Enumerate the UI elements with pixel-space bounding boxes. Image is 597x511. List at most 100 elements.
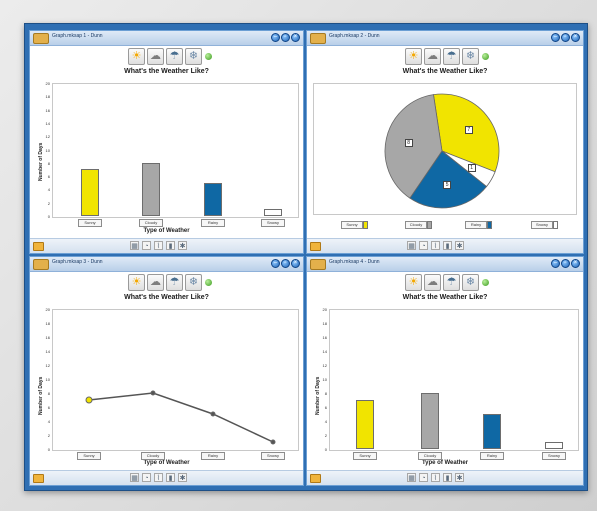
line-view-icon[interactable]: ⌇ (154, 241, 163, 250)
category-label-sunny: Sunny (78, 219, 102, 227)
settings-icon[interactable]: ✱ (455, 473, 464, 482)
y-tick-label: 8 (47, 160, 50, 166)
point-snowy (270, 439, 276, 445)
legend-swatch-snowy (553, 221, 558, 229)
desktop-screen: Graph.mksap 1 - Dunn – ▫ × ☀ ☁ ☂ ❄ What'… (24, 23, 588, 491)
close-button[interactable]: × (571, 259, 580, 268)
title-bar[interactable]: Graph.mksap 4 - Dunn – ▫ × (307, 257, 583, 272)
pie-value-label: 7 (464, 125, 473, 134)
y-tick-label: 16 (45, 107, 50, 113)
y-tick-label: 2 (47, 200, 50, 206)
minimize-button[interactable]: – (271, 33, 280, 42)
rain-icon[interactable]: ☂ (443, 274, 460, 291)
y-tick-label: 6 (324, 405, 327, 410)
chart-title: What's the Weather Like? (402, 294, 488, 301)
y-tick-label: 18 (45, 94, 50, 100)
y-tick-label: 20 (322, 307, 327, 312)
bar-rainy (204, 182, 222, 216)
x-axis-label: Type of Weather (143, 228, 190, 234)
go-icon[interactable] (482, 279, 489, 286)
snow-icon[interactable]: ❄ (462, 274, 479, 291)
bar-sunny (356, 400, 374, 449)
category-label-snowy: Snowy (542, 452, 566, 460)
category-label-rainy: Rainy (201, 219, 225, 227)
y-tick-label: 14 (45, 120, 50, 126)
bar-view-icon[interactable]: ▮ (443, 473, 452, 482)
settings-icon[interactable]: ✱ (178, 241, 187, 250)
y-tick-label: 8 (324, 391, 327, 396)
y-tick-label: 16 (322, 335, 327, 340)
maximize-button[interactable]: ▫ (281, 33, 290, 42)
category-label-cloudy: Cloudy (418, 452, 442, 460)
y-tick-label: 4 (324, 419, 327, 424)
legend-swatch-sunny (363, 221, 368, 229)
legend-item-cloudy[interactable]: Cloudy (405, 221, 427, 229)
folder-icon[interactable] (310, 474, 321, 483)
graph-window-1: Graph.mksap 1 - Dunn – ▫ × ☀ ☁ ☂ ❄ What'… (29, 30, 304, 254)
bar-cloudy (142, 162, 160, 216)
y-tick-label: 0 (47, 214, 50, 219)
snow-icon[interactable]: ❄ (185, 48, 202, 65)
bar-rainy (483, 414, 501, 449)
legend-item-snowy[interactable]: Snowy (531, 221, 553, 229)
graph-window-3: Graph.mksap 3 - Dunn – ▫ × ☀ ☁ ☂ ❄ What'… (29, 256, 304, 486)
category-label-cloudy: Cloudy (139, 219, 163, 227)
category-label-snowy: Snowy (261, 219, 285, 227)
pie-value-label: 5 (443, 180, 452, 189)
y-tick-label: 18 (322, 321, 327, 326)
cloud-icon[interactable]: ☁ (424, 274, 441, 291)
legend-swatch-rainy (487, 221, 492, 229)
pie-view-icon[interactable]: ◔ (142, 241, 151, 250)
table-view-icon[interactable]: ▦ (407, 473, 416, 482)
pie-view-icon[interactable]: ◔ (419, 473, 428, 482)
rain-icon[interactable]: ☂ (166, 48, 183, 65)
y-tick-label: 12 (45, 134, 50, 140)
sun-icon[interactable]: ☀ (405, 274, 422, 291)
y-tick-label: 6 (47, 174, 50, 180)
category-label-cloudy: Cloudy (141, 452, 165, 460)
line-chart-svg (85, 390, 276, 445)
go-icon[interactable] (205, 53, 212, 60)
series-line (88, 392, 274, 443)
close-button[interactable]: × (291, 33, 300, 42)
y-tick-label: 20 (45, 81, 50, 86)
cloud-icon[interactable]: ☁ (147, 48, 164, 65)
status-bar: ▦ ◔ ⌇ ▮ ✱ (307, 470, 583, 485)
y-tick-label: 2 (324, 433, 327, 438)
y-tick-label: 14 (322, 349, 327, 354)
pie-chart-svg (384, 93, 500, 209)
app-icon (33, 33, 49, 44)
y-tick-label: 10 (322, 377, 327, 382)
y-tick-label: 0 (324, 447, 327, 452)
pie-value-label: 8 (404, 139, 413, 148)
bar-snowy (264, 209, 282, 216)
category-label-sunny: Sunny (353, 452, 377, 460)
chart-title: What's the Weather Like? (124, 68, 209, 75)
category-label-rainy: Rainy (480, 452, 504, 460)
bar-view-icon[interactable]: ▮ (166, 241, 175, 250)
x-axis-label: Type of Weather (421, 460, 469, 466)
y-tick-label: 12 (322, 363, 327, 368)
table-view-icon[interactable]: ▦ (130, 241, 139, 250)
title-bar[interactable]: Graph.mksap 1 - Dunn – ▫ × (30, 31, 303, 46)
window-title: Graph.mksap 4 - Dunn (329, 259, 380, 265)
sun-icon[interactable]: ☀ (128, 48, 145, 65)
bar-cloudy (421, 393, 439, 449)
y-tick-label: 4 (47, 187, 50, 193)
graph-window-4: Graph.mksap 4 - Dunn – ▫ × ☀ ☁ ☂ ❄ What'… (306, 256, 584, 486)
y-tick-label: 10 (45, 147, 50, 153)
point-sunny (85, 396, 93, 404)
app-icon (310, 259, 326, 270)
graph-window-2: Graph.mksap 2 - Dunn – ▫ × ☀ ☁ ☂ ❄ What'… (306, 30, 584, 254)
folder-icon[interactable] (33, 242, 44, 251)
status-bar: ▦ ◔ ⌇ ▮ ✱ (30, 238, 303, 253)
point-cloudy (150, 390, 156, 396)
maximize-button[interactable]: ▫ (561, 259, 570, 268)
category-label-snowy: Snowy (261, 452, 285, 460)
category-label-rainy: Rainy (201, 452, 225, 460)
legend-item-rainy[interactable]: Rainy (465, 221, 487, 229)
category-label-sunny: Sunny (77, 452, 101, 460)
legend-item-sunny[interactable]: Sunny (341, 221, 363, 229)
minimize-button[interactable]: – (551, 259, 560, 268)
line-view-icon[interactable]: ⌇ (431, 473, 440, 482)
